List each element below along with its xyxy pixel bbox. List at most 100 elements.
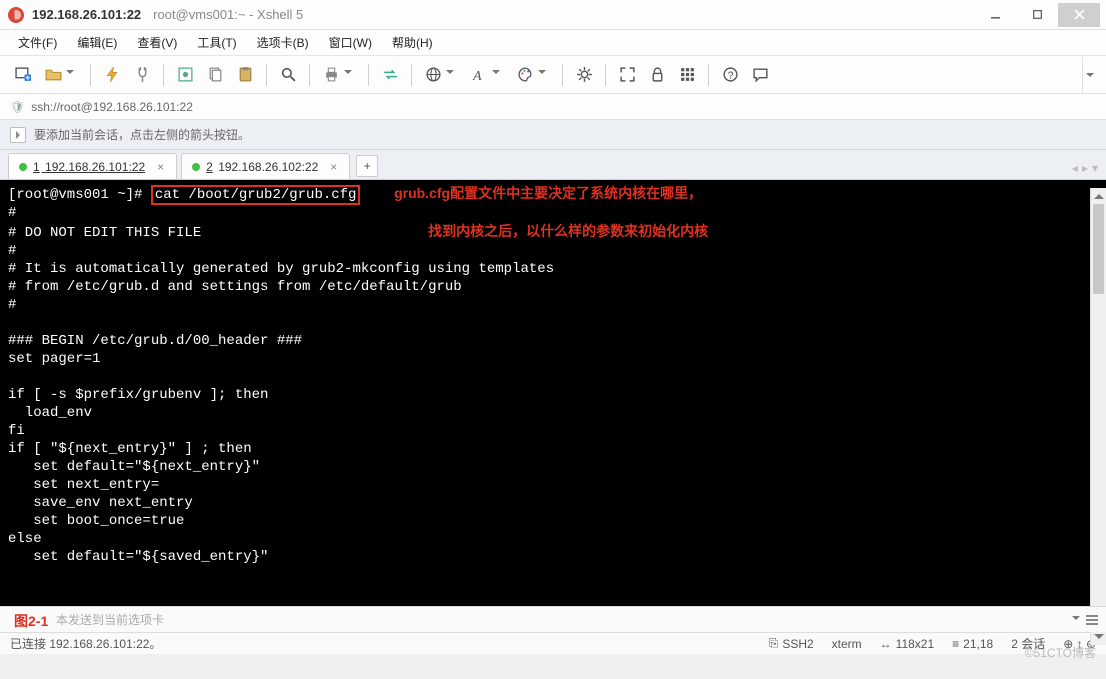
open-button[interactable] [40, 62, 66, 88]
toolbar-overflow[interactable] [1082, 57, 1096, 93]
status-proto: SSH2 [782, 637, 813, 651]
help-button[interactable]: ? [717, 62, 743, 88]
info-bar: 要添加当前会话，点击左侧的箭头按钮。 [0, 120, 1106, 150]
tab-close-icon[interactable]: × [157, 160, 164, 174]
compose-bar[interactable]: 图2-1 本发送到当前选项卡 [0, 606, 1106, 632]
search-icon [280, 66, 297, 83]
toolbar: A ? [0, 56, 1106, 94]
tab-label: 192.168.26.101:22 [45, 160, 145, 174]
feedback-button[interactable] [747, 62, 773, 88]
status-size: 118x21 [896, 637, 934, 651]
status-bar: 已连接 192.168.26.101:22。 ⎘SSH2 xterm ↔ 118x… [0, 632, 1106, 654]
transfer-icon [382, 66, 399, 83]
figure-label: 图2-1 [14, 611, 48, 631]
scroll-up-icon[interactable] [1091, 188, 1106, 204]
paste-icon [237, 66, 254, 83]
plug-icon [134, 66, 151, 83]
size-icon: ↔ [880, 637, 892, 651]
watermark: ©51CTO博客 [1025, 644, 1096, 661]
session-tab-2[interactable]: 2 192.168.26.102:22 × [181, 153, 350, 179]
tab-prev-icon[interactable]: ◂ [1072, 161, 1078, 175]
tab-next-icon[interactable]: ▸ [1082, 161, 1088, 175]
shield-icon: 🛡 [10, 100, 25, 114]
tab-label: 192.168.26.102:22 [218, 160, 318, 174]
tab-list-icon[interactable]: ▾ [1092, 161, 1098, 175]
close-icon [1074, 9, 1085, 20]
info-text: 要添加当前会话，点击左侧的箭头按钮。 [34, 126, 250, 143]
window-subtitle: root@vms001:~ - Xshell 5 [153, 7, 303, 22]
print-button[interactable] [318, 62, 344, 88]
folder-open-icon [45, 66, 62, 83]
tab-nav: ◂ ▸ ▾ [1072, 161, 1098, 179]
copy-icon [207, 66, 224, 83]
xftp-button[interactable] [377, 62, 403, 88]
compose-menu-icon[interactable] [1086, 615, 1098, 625]
globe-icon [425, 66, 442, 83]
status-dot-icon [192, 163, 200, 171]
menu-view[interactable]: 查看(V) [129, 31, 185, 54]
fullscreen-button[interactable] [614, 62, 640, 88]
annotation-line1: grub.cfg配置文件中主要决定了系统内核在哪里， [394, 185, 702, 201]
status-connection: 已连接 192.168.26.101:22。 [10, 635, 161, 652]
lock-button[interactable] [644, 62, 670, 88]
app-icon [8, 7, 24, 23]
menu-tabs[interactable]: 选项卡(B) [249, 31, 317, 54]
gear-icon [576, 66, 593, 83]
new-window-icon [15, 66, 32, 83]
paste-button[interactable] [232, 62, 258, 88]
menu-edit[interactable]: 编辑(E) [69, 31, 125, 54]
compose-placeholder: 本发送到当前选项卡 [56, 611, 164, 628]
properties-icon [177, 66, 194, 83]
maximize-icon [1032, 9, 1043, 20]
svg-text:?: ? [727, 70, 733, 82]
fullscreen-icon [619, 66, 636, 83]
window-controls [974, 3, 1100, 27]
maximize-button[interactable] [1016, 3, 1058, 27]
keypad-button[interactable] [674, 62, 700, 88]
color-button[interactable] [512, 62, 538, 88]
menu-file[interactable]: 文件(F) [10, 31, 65, 54]
reconnect-button[interactable] [99, 62, 125, 88]
printer-icon [323, 66, 340, 83]
titlebar: 192.168.26.101:22 root@vms001:~ - Xshell… [0, 0, 1106, 30]
address-bar[interactable]: 🛡 ssh://root@192.168.26.101:22 [0, 94, 1106, 120]
svg-text:A: A [472, 68, 482, 83]
speech-bubble-icon [752, 66, 769, 83]
language-button[interactable] [420, 62, 446, 88]
menu-window[interactable]: 窗口(W) [321, 31, 380, 54]
minimize-button[interactable] [974, 3, 1016, 27]
copy-button[interactable] [202, 62, 228, 88]
vertical-scrollbar[interactable] [1090, 188, 1106, 645]
status-term: xterm [832, 637, 862, 651]
window-title: 192.168.26.101:22 [32, 7, 141, 22]
highlighted-command: cat /boot/grub2/grub.cfg [151, 185, 361, 205]
disconnect-button[interactable] [129, 62, 155, 88]
keypad-icon [679, 66, 696, 83]
lock-icon [649, 66, 666, 83]
tab-close-icon[interactable]: × [330, 160, 337, 174]
palette-icon [517, 66, 534, 83]
minimize-icon [990, 9, 1001, 20]
script-button[interactable] [571, 62, 597, 88]
properties-button[interactable] [172, 62, 198, 88]
new-tab-button[interactable]: + [356, 155, 378, 177]
find-button[interactable] [275, 62, 301, 88]
tab-strip: 1 192.168.26.101:22 × 2 192.168.26.102:2… [0, 150, 1106, 180]
new-session-button[interactable] [10, 62, 36, 88]
close-button[interactable] [1058, 3, 1100, 27]
proto-icon: ⎘ [769, 636, 779, 651]
pos-icon: ≡ [952, 637, 959, 651]
annotation-line2: 找到内核之后，以什么样的参数来初始化内核 [428, 223, 708, 239]
menu-help[interactable]: 帮助(H) [384, 31, 441, 54]
font-button[interactable]: A [466, 62, 492, 88]
status-pos: 21,18 [963, 637, 993, 651]
terminal-output[interactable]: [root@vms001 ~]# cat /boot/grub2/grub.cf… [0, 180, 1106, 606]
add-session-arrow[interactable] [10, 127, 26, 143]
compose-dropdown-icon[interactable] [1072, 616, 1080, 624]
status-dot-icon [19, 163, 27, 171]
menu-tools[interactable]: 工具(T) [189, 31, 244, 54]
lightning-icon [104, 66, 121, 83]
session-tab-1[interactable]: 1 192.168.26.101:22 × [8, 153, 177, 179]
scrollbar-thumb[interactable] [1093, 204, 1104, 294]
help-icon: ? [722, 66, 739, 83]
